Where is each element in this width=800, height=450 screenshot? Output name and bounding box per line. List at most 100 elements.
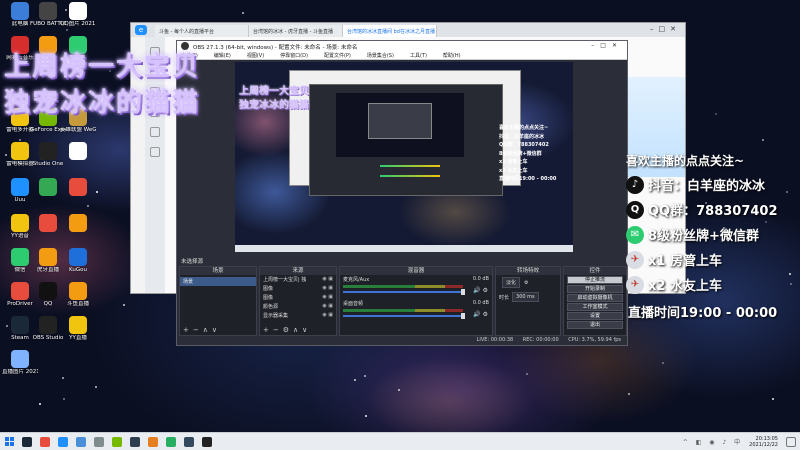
source-item[interactable]: 上周榜一大宝贝| 独 ◉ ▣ bbox=[260, 275, 336, 284]
eye-lock-icon[interactable]: ◉ ▣ bbox=[322, 303, 333, 310]
promo-lines: ♪ 抖音：白羊座的冰冰 Q QQ群：788307402 ✉ 8级粉丝牌+微信群 ✈ x1 房管… bbox=[626, 175, 800, 294]
source-item[interactable]: 显示器采集 ◉ ▣ bbox=[260, 311, 336, 320]
speaker-gear-icon[interactable]: 🔊 ⚙ bbox=[473, 287, 488, 294]
qq-icon[interactable] bbox=[58, 436, 68, 447]
desktop-shortcut[interactable] bbox=[60, 214, 96, 233]
sources-dock-toolbar[interactable]: +−⚙∧∨ bbox=[260, 326, 336, 335]
browser-tab-active[interactable]: 台湾馆的冰冰直播间 bd在冰冰之月直播 bbox=[343, 25, 437, 37]
desktop-shortcut[interactable] bbox=[60, 142, 96, 161]
game-icon bbox=[39, 2, 57, 20]
nvidia-icon[interactable] bbox=[112, 436, 122, 447]
star bbox=[66, 29, 68, 31]
start-button[interactable] bbox=[0, 433, 18, 450]
app-icon[interactable] bbox=[76, 436, 86, 447]
source-item[interactable]: 图像 ◉ ▣ bbox=[260, 284, 336, 293]
desktop-shortcut[interactable]: QQ图片 20211213... bbox=[60, 2, 96, 27]
notification-center-icon[interactable] bbox=[786, 437, 796, 447]
sidebar-icon[interactable] bbox=[150, 147, 160, 157]
browser-logo-icon: e bbox=[135, 25, 147, 35]
obs-preview-canvas[interactable]: 上周榜一大宝贝 独宠冰冰的猫猫 喜欢主播的点点关注~ 抖音：白羊座的冰冰 QQ群… bbox=[235, 62, 573, 252]
tray-icons[interactable]: ^ ◧ ◉ ♪ 中 bbox=[683, 437, 743, 446]
desktop-shortcut[interactable]: 斗鱼直播 bbox=[60, 282, 96, 307]
menu-edit[interactable]: 编辑(E) bbox=[214, 52, 231, 59]
source-item[interactable]: 颜色源 ◉ ▣ bbox=[260, 302, 336, 311]
exit-button[interactable]: 退出 bbox=[567, 321, 623, 329]
star bbox=[762, 139, 764, 141]
desktop-shortcut[interactable] bbox=[60, 178, 96, 197]
mixer-channel-mic: 麦克风/Aux 0.0 dB 🔊 ⚙ bbox=[340, 275, 492, 299]
source-label: 颜色源 bbox=[263, 304, 279, 310]
volume-slider[interactable] bbox=[343, 289, 465, 295]
star bbox=[123, 304, 125, 306]
desktop-shortcut-label: QQ图片 20211213... bbox=[60, 21, 96, 27]
preview-obs-inner-window bbox=[368, 103, 432, 139]
scene-item[interactable]: 场景 bbox=[180, 277, 256, 286]
menu-tools[interactable]: 工具(T) bbox=[410, 52, 427, 59]
desktop-shortcut-label: 英雄联盟 WeGame版 bbox=[60, 127, 96, 133]
menu-view[interactable]: 视图(V) bbox=[247, 52, 264, 59]
volume-slider[interactable] bbox=[343, 313, 465, 319]
source-label: 图像 bbox=[263, 295, 274, 301]
preview-promo: 喜欢主播的点点关注~ 抖音：白羊座的冰冰 QQ群：788307402 8级粉丝牌… bbox=[499, 124, 571, 184]
menu-help[interactable]: 帮助(H) bbox=[443, 52, 461, 59]
eye-lock-icon[interactable]: ◉ ▣ bbox=[322, 294, 333, 301]
star bbox=[715, 113, 717, 115]
speaker-gear-icon[interactable]: 🔊 ⚙ bbox=[473, 311, 488, 318]
browser-tab[interactable]: 斗鱼 - 每个人的直播平台 bbox=[155, 25, 249, 37]
menu-profile[interactable]: 配置文件(P) bbox=[324, 52, 351, 59]
preview-promo-line: 喜欢主播的点点关注~ bbox=[499, 125, 549, 131]
star bbox=[364, 375, 366, 377]
start-recording-button[interactable]: 开始录制 bbox=[567, 285, 623, 293]
preview-promo-line: x1 房管上车 bbox=[499, 159, 528, 165]
sidebar-icon[interactable] bbox=[150, 127, 160, 137]
app-icon bbox=[69, 178, 87, 196]
menu-scene-collection[interactable]: 场景集合(S) bbox=[367, 52, 394, 59]
start-virtual-camera-button[interactable]: 启动虚拟摄像机 bbox=[567, 294, 623, 302]
source-item[interactable]: 图像 ◉ ▣ bbox=[260, 293, 336, 302]
app-icon bbox=[69, 214, 87, 232]
eye-lock-icon[interactable]: ◉ ▣ bbox=[322, 285, 333, 292]
promo-line-text: QQ群：788307402 bbox=[648, 204, 778, 219]
app-icon[interactable] bbox=[40, 436, 50, 447]
app-icon[interactable] bbox=[184, 436, 194, 447]
steam-icon[interactable] bbox=[22, 436, 32, 447]
huya-icon bbox=[39, 248, 57, 266]
taskbar-pinned-apps bbox=[18, 436, 216, 447]
volume-slider-handle[interactable] bbox=[461, 313, 465, 319]
overlay-promo-panel: 喜欢主播的点点关注~ ♪ 抖音：白羊座的冰冰 Q QQ群：788307402 ✉ 8级粉丝… bbox=[626, 152, 800, 321]
rec-indicator: REC: 00:00:00 bbox=[522, 337, 559, 343]
menu-docks[interactable]: 停靠窗口(D) bbox=[280, 52, 308, 59]
settings-button[interactable]: 设置 bbox=[567, 312, 623, 320]
eye-lock-icon[interactable]: ◉ ▣ bbox=[322, 312, 333, 319]
app-icon[interactable] bbox=[166, 436, 176, 447]
duration-input[interactable]: 300 ms bbox=[512, 292, 539, 302]
obs-window[interactable]: OBS 27.1.3 (64-bit, windows) - 配置文件: 未命名… bbox=[176, 40, 628, 346]
channel-name: 麦克风/Aux bbox=[343, 277, 370, 283]
studio-mode-button[interactable]: 工作室模式 bbox=[567, 303, 623, 311]
volume-slider-handle[interactable] bbox=[461, 289, 465, 295]
app-icon[interactable] bbox=[130, 436, 140, 447]
stop-streaming-button[interactable]: 停止推流 bbox=[567, 276, 623, 284]
obs-window-controls[interactable]: –□✕ bbox=[591, 42, 623, 49]
no-source-selected-label: 未选择源 bbox=[181, 259, 204, 265]
browser-window-controls[interactable]: –□✕ bbox=[650, 25, 681, 33]
qq-icon bbox=[39, 282, 57, 300]
app-icon[interactable] bbox=[94, 436, 104, 447]
desktop-shortcut[interactable]: 直播图片 2021120... bbox=[2, 350, 38, 375]
transition-settings-icon[interactable]: ⚙ bbox=[524, 280, 528, 286]
star bbox=[95, 386, 97, 388]
browser-tab[interactable]: 台湾馆的冰冰 - 虎牙直播 - 斗鱼直播 bbox=[249, 25, 343, 37]
app-icon[interactable] bbox=[148, 436, 158, 447]
promo-line-text: 8级粉丝牌+微信群 bbox=[648, 229, 759, 244]
desktop-shortcut[interactable]: KuGou bbox=[60, 248, 96, 273]
transitions-dock-title: 转场特效 bbox=[496, 267, 560, 275]
star bbox=[398, 389, 400, 391]
transition-select[interactable]: 淡化 bbox=[502, 277, 521, 288]
yy-live-icon bbox=[69, 316, 87, 334]
desktop-shortcut[interactable]: YY直播 bbox=[60, 316, 96, 341]
scenes-dock-toolbar[interactable]: +−∧∨ bbox=[180, 326, 256, 335]
obs-icon[interactable] bbox=[202, 436, 212, 447]
mixer-dock-title: 混音器 bbox=[340, 267, 492, 275]
channel-name: 桌面音频 bbox=[343, 301, 364, 307]
eye-lock-icon[interactable]: ◉ ▣ bbox=[322, 276, 333, 283]
